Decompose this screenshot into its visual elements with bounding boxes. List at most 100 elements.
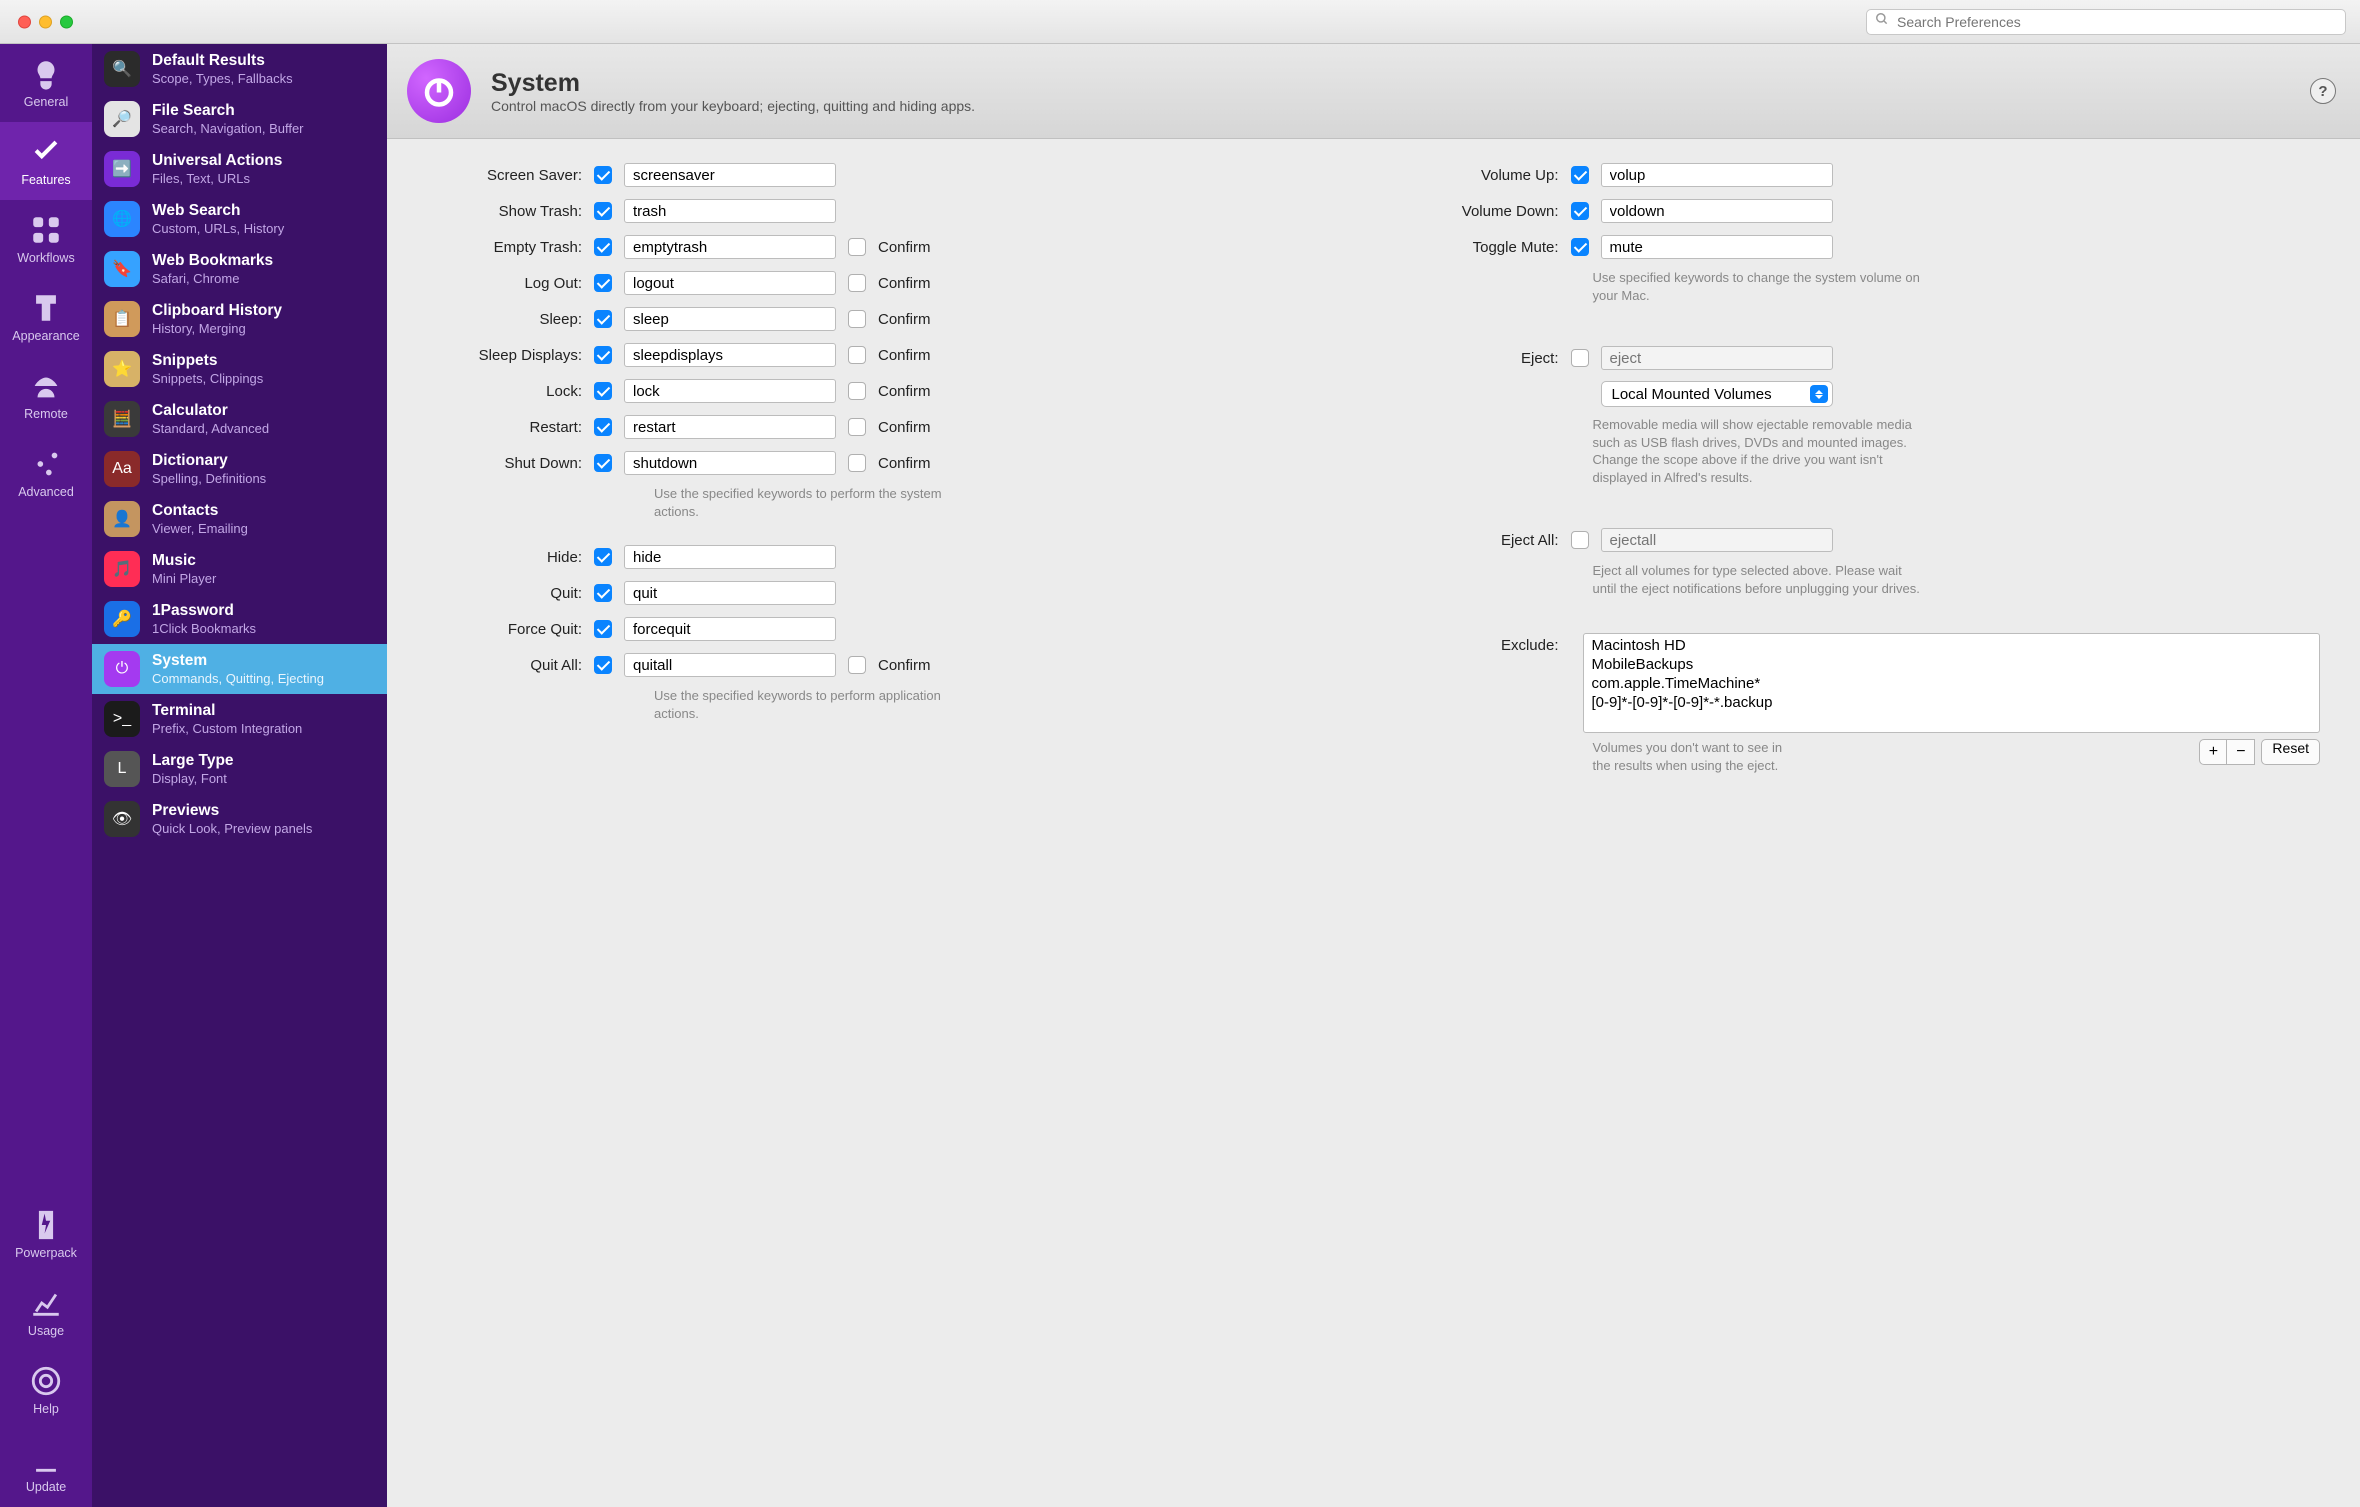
feature-subtitle: Standard, Advanced	[152, 421, 269, 437]
sleep-displays-keyword-input[interactable]	[624, 343, 836, 367]
lock-checkbox[interactable]	[594, 382, 612, 400]
exclude-reset-button[interactable]: Reset	[2261, 739, 2320, 765]
feature-item-system[interactable]: ⏻ System Commands, Quitting, Ejecting	[92, 644, 387, 694]
shut-down-keyword-input[interactable]	[624, 451, 836, 475]
feature-subtitle: Safari, Chrome	[152, 271, 273, 287]
nav-label: Appearance	[12, 329, 79, 343]
quit-all-checkbox[interactable]	[594, 656, 612, 674]
quit-keyword-input[interactable]	[624, 581, 836, 605]
nav-help[interactable]: Help	[0, 1351, 92, 1429]
eject-all-keyword-input[interactable]	[1601, 528, 1833, 552]
feature-item-previews[interactable]: 👁 Previews Quick Look, Preview panels	[92, 794, 387, 844]
search-preferences-field[interactable]	[1866, 9, 2346, 35]
restart-confirm-checkbox[interactable]	[848, 418, 866, 436]
feature-item-contacts[interactable]: 👤 Contacts Viewer, Emailing	[92, 494, 387, 544]
toggle-mute-checkbox[interactable]	[1571, 238, 1589, 256]
nav-features[interactable]: Features	[0, 122, 92, 200]
quit-checkbox[interactable]	[594, 584, 612, 602]
volume-up-keyword-input[interactable]	[1601, 163, 1833, 187]
eject-keyword-input[interactable]	[1601, 346, 1833, 370]
large-type-icon: L	[104, 751, 140, 787]
shut-down-checkbox[interactable]	[594, 454, 612, 472]
feature-item-web-search[interactable]: 🌐 Web Search Custom, URLs, History	[92, 194, 387, 244]
log-out-checkbox[interactable]	[594, 274, 612, 292]
feature-title: Clipboard History	[152, 302, 282, 321]
exclude-add-button[interactable]: +	[2199, 739, 2227, 765]
nav-powerpack[interactable]: Powerpack	[0, 1195, 92, 1273]
window-minimize-button[interactable]	[39, 15, 52, 28]
feature-item-universal-actions[interactable]: ➡️ Universal Actions Files, Text, URLs	[92, 144, 387, 194]
toggle-mute-keyword-input[interactable]	[1601, 235, 1833, 259]
volume-up-checkbox[interactable]	[1571, 166, 1589, 184]
web-bookmarks-icon: 🔖	[104, 251, 140, 287]
eject-scope-popup[interactable]: Local Mounted Volumes	[1601, 381, 1833, 407]
feature-title: Default Results	[152, 52, 293, 71]
exclude-item[interactable]: Macintosh HD	[1584, 636, 2320, 655]
eject-checkbox[interactable]	[1571, 349, 1589, 367]
nav-update[interactable]: Update	[0, 1429, 92, 1507]
screen-saver-checkbox[interactable]	[594, 166, 612, 184]
volume-down-checkbox[interactable]	[1571, 202, 1589, 220]
feature-item-clipboard-history[interactable]: 📋 Clipboard History History, Merging	[92, 294, 387, 344]
clipboard-history-icon: 📋	[104, 301, 140, 337]
nav-advanced[interactable]: Advanced	[0, 434, 92, 512]
chevron-updown-icon	[1810, 385, 1828, 403]
feature-item-default-results[interactable]: 🔍 Default Results Scope, Types, Fallback…	[92, 44, 387, 94]
exclude-list[interactable]: Macintosh HDMobileBackupscom.apple.TimeM…	[1583, 633, 2321, 733]
feature-item-file-search[interactable]: 🔎 File Search Search, Navigation, Buffer	[92, 94, 387, 144]
window-zoom-button[interactable]	[60, 15, 73, 28]
quit-all-keyword-input[interactable]	[624, 653, 836, 677]
log-out-confirm-checkbox[interactable]	[848, 274, 866, 292]
exclude-remove-button[interactable]: −	[2227, 739, 2255, 765]
empty-trash-confirm-checkbox[interactable]	[848, 238, 866, 256]
feature-item-large-type[interactable]: L Large Type Display, Font	[92, 744, 387, 794]
exclude-item[interactable]: com.apple.TimeMachine*	[1584, 674, 2320, 693]
feature-item-snippets[interactable]: ⭐ Snippets Snippets, Clippings	[92, 344, 387, 394]
empty-trash-checkbox[interactable]	[594, 238, 612, 256]
window-close-button[interactable]	[18, 15, 31, 28]
force-quit-checkbox[interactable]	[594, 620, 612, 638]
show-trash-checkbox[interactable]	[594, 202, 612, 220]
nav-remote[interactable]: Remote	[0, 356, 92, 434]
nav-appearance[interactable]: Appearance	[0, 278, 92, 356]
feature-item-1password[interactable]: 🔑 1Password 1Click Bookmarks	[92, 594, 387, 644]
feature-item-web-bookmarks[interactable]: 🔖 Web Bookmarks Safari, Chrome	[92, 244, 387, 294]
sleep-displays-confirm-checkbox[interactable]	[848, 346, 866, 364]
feature-subtitle: Display, Font	[152, 771, 234, 787]
feature-item-calculator[interactable]: 🧮 Calculator Standard, Advanced	[92, 394, 387, 444]
restart-keyword-input[interactable]	[624, 415, 836, 439]
exclude-item[interactable]: MobileBackups	[1584, 655, 2320, 674]
screen-saver-keyword-input[interactable]	[624, 163, 836, 187]
quit-all-confirm-checkbox[interactable]	[848, 656, 866, 674]
exclude-item[interactable]: [0-9]*-[0-9]*-[0-9]*-*.backup	[1584, 693, 2320, 712]
sleep-checkbox[interactable]	[594, 310, 612, 328]
eject-scope-value: Local Mounted Volumes	[1612, 386, 1772, 403]
show-trash-keyword-input[interactable]	[624, 199, 836, 223]
lock-confirm-checkbox[interactable]	[848, 382, 866, 400]
hide-keyword-input[interactable]	[624, 545, 836, 569]
shut-down-label: Shut Down:	[427, 455, 582, 472]
nav-usage[interactable]: Usage	[0, 1273, 92, 1351]
nav-label: Features	[21, 173, 70, 187]
hide-checkbox[interactable]	[594, 548, 612, 566]
sleep-keyword-input[interactable]	[624, 307, 836, 331]
force-quit-label: Force Quit:	[427, 621, 582, 638]
lock-keyword-input[interactable]	[624, 379, 836, 403]
feature-item-terminal[interactable]: >_ Terminal Prefix, Custom Integration	[92, 694, 387, 744]
sleep-confirm-checkbox[interactable]	[848, 310, 866, 328]
restart-checkbox[interactable]	[594, 418, 612, 436]
eject-all-checkbox[interactable]	[1571, 531, 1589, 549]
terminal-icon: >_	[104, 701, 140, 737]
nav-general[interactable]: General	[0, 44, 92, 122]
log-out-keyword-input[interactable]	[624, 271, 836, 295]
feature-item-dictionary[interactable]: Aa Dictionary Spelling, Definitions	[92, 444, 387, 494]
feature-item-music[interactable]: 🎵 Music Mini Player	[92, 544, 387, 594]
help-button[interactable]: ?	[2310, 78, 2336, 104]
volume-down-keyword-input[interactable]	[1601, 199, 1833, 223]
nav-workflows[interactable]: Workflows	[0, 200, 92, 278]
shut-down-confirm-checkbox[interactable]	[848, 454, 866, 472]
search-input[interactable]	[1895, 13, 2337, 31]
empty-trash-keyword-input[interactable]	[624, 235, 836, 259]
force-quit-keyword-input[interactable]	[624, 617, 836, 641]
sleep-displays-checkbox[interactable]	[594, 346, 612, 364]
